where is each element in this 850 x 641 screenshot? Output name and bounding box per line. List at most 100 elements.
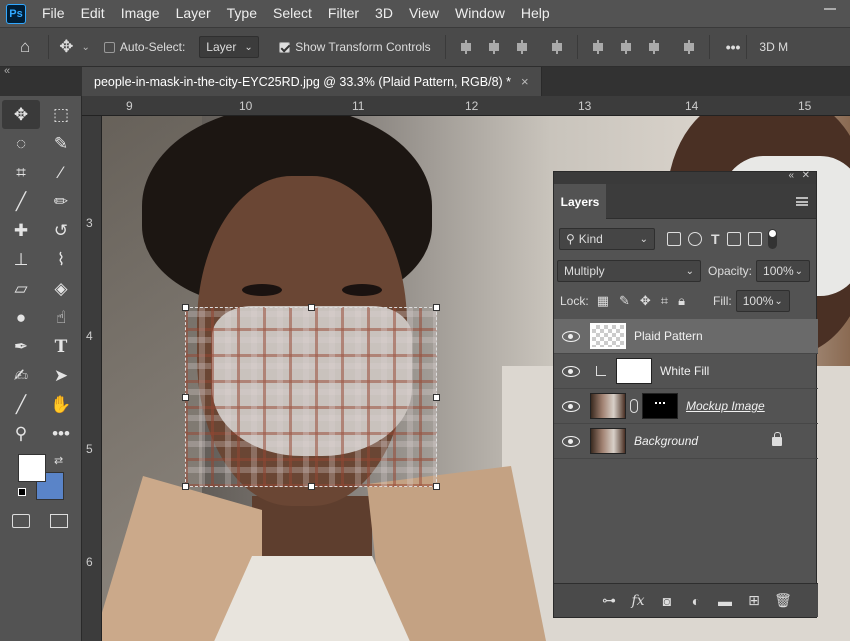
- layer-mask-thumbnail[interactable]: [642, 393, 678, 419]
- transform-handle[interactable]: [182, 394, 189, 401]
- blur-tool-icon[interactable]: ●: [2, 303, 40, 332]
- folder-icon[interactable]: ▬: [716, 592, 734, 610]
- home-icon[interactable]: ⌂: [20, 37, 30, 57]
- distribute-horizontal-icon[interactable]: [682, 40, 696, 54]
- menu-help[interactable]: Help: [513, 0, 558, 27]
- auto-select-toggle[interactable]: Auto-Select:: [103, 40, 185, 54]
- layer-row-background[interactable]: Background: [554, 424, 818, 459]
- more-options-button[interactable]: •••: [726, 39, 741, 55]
- transform-handle[interactable]: [182, 304, 189, 311]
- lock-all-icon[interactable]: 🔒︎: [678, 293, 685, 309]
- mixer-brush-tool-icon[interactable]: ⌇: [42, 245, 80, 274]
- minimize-icon[interactable]: [824, 8, 836, 10]
- add-mask-icon[interactable]: ◙: [658, 592, 676, 610]
- clone-stamp-tool-icon[interactable]: ⊥: [2, 245, 40, 274]
- menu-window[interactable]: Window: [447, 0, 513, 27]
- fx-icon[interactable]: fx: [629, 592, 647, 610]
- eraser-tool-icon[interactable]: ▱: [2, 274, 40, 303]
- move-tool-preset-icon[interactable]: ✥: [59, 37, 73, 57]
- line-tool-icon[interactable]: ╱: [2, 390, 40, 419]
- visibility-eye-icon[interactable]: [562, 400, 580, 412]
- auto-select-target-dropdown[interactable]: Layer ⌄: [199, 36, 260, 58]
- default-colors-icon[interactable]: [18, 488, 26, 496]
- brush-tool-icon[interactable]: ╱: [2, 187, 40, 216]
- align-left-icon[interactable]: [459, 40, 473, 54]
- menu-3d[interactable]: 3D: [367, 0, 401, 27]
- transform-handle[interactable]: [308, 483, 315, 490]
- transform-handle[interactable]: [433, 304, 440, 311]
- opacity-input[interactable]: 100% ⌄: [756, 260, 811, 282]
- transform-handle[interactable]: [433, 483, 440, 490]
- mask-link-icon[interactable]: [630, 399, 638, 413]
- show-transform-checkbox[interactable]: [279, 41, 291, 53]
- align-right-icon[interactable]: [515, 40, 529, 54]
- healing-brush-tool-icon[interactable]: ✚: [2, 216, 40, 245]
- quick-select-tool-icon[interactable]: ✎: [42, 129, 80, 158]
- swap-colors-icon[interactable]: ⇄: [54, 454, 63, 467]
- auto-select-checkbox[interactable]: [103, 41, 115, 53]
- edit-toolbar-icon[interactable]: •••: [42, 419, 80, 448]
- move-tool-icon[interactable]: ✥: [2, 100, 40, 129]
- menu-edit[interactable]: Edit: [73, 0, 113, 27]
- pencil-tool-icon[interactable]: ✏: [42, 187, 80, 216]
- link-icon[interactable]: ⊶: [600, 592, 618, 610]
- menu-filter[interactable]: Filter: [320, 0, 367, 27]
- filter-toggle[interactable]: [767, 229, 777, 249]
- zoom-tool-icon[interactable]: ⚲: [2, 419, 40, 448]
- align-hcenter-icon[interactable]: [487, 40, 501, 54]
- transform-bounding-box[interactable]: [182, 304, 440, 490]
- menu-select[interactable]: Select: [265, 0, 320, 27]
- foreground-color-swatch[interactable]: [18, 454, 46, 482]
- align-top-icon[interactable]: [591, 40, 605, 54]
- smudge-tool-icon[interactable]: ☝: [42, 303, 80, 332]
- blend-mode-dropdown[interactable]: Multiply ⌄: [557, 260, 701, 282]
- transform-handle[interactable]: [308, 304, 315, 311]
- pen-tool-icon[interactable]: ✒: [2, 332, 40, 361]
- new-layer-icon[interactable]: ⊞: [745, 592, 763, 610]
- type-tool-icon[interactable]: T: [42, 332, 80, 361]
- filter-adjustment-icon[interactable]: [688, 232, 702, 246]
- visibility-eye-icon[interactable]: [562, 330, 580, 342]
- menu-layer[interactable]: Layer: [168, 0, 219, 27]
- align-bottom-icon[interactable]: [647, 40, 661, 54]
- adjustment-icon[interactable]: ◐: [687, 592, 705, 610]
- distribute-vertical-icon[interactable]: [550, 40, 564, 54]
- collapse-panel-icon[interactable]: «: [788, 170, 794, 181]
- lock-position-icon[interactable]: ✥: [640, 293, 651, 309]
- lock-pixels-icon[interactable]: ✎: [619, 293, 630, 309]
- lock-artboard-icon[interactable]: ⌗: [661, 293, 668, 309]
- close-icon[interactable]: ×: [521, 74, 529, 89]
- transform-handle[interactable]: [433, 394, 440, 401]
- menu-type[interactable]: Type: [219, 0, 265, 27]
- filter-kind-dropdown[interactable]: ⚲ Kind ⌄: [559, 228, 655, 250]
- chevron-down-icon[interactable]: ⌄: [82, 42, 90, 53]
- align-vcenter-icon[interactable]: [619, 40, 633, 54]
- close-panel-icon[interactable]: ✕: [802, 170, 810, 181]
- lasso-tool-icon[interactable]: ◌: [2, 129, 40, 158]
- fill-input[interactable]: 100% ⌄: [735, 290, 790, 312]
- direct-selection-tool-icon[interactable]: ➤: [42, 361, 80, 390]
- panel-menu-icon[interactable]: [796, 197, 808, 206]
- visibility-eye-icon[interactable]: [562, 435, 580, 447]
- marquee-tool-icon[interactable]: ⬚: [42, 100, 80, 129]
- menu-file[interactable]: File: [34, 0, 73, 27]
- hand-tool-icon[interactable]: ✋: [42, 390, 80, 419]
- layer-row-plaid-pattern[interactable]: Plaid Pattern: [554, 319, 818, 354]
- layer-row-mockup-image[interactable]: Mockup Image: [554, 389, 818, 424]
- tab-layers[interactable]: Layers: [554, 184, 606, 219]
- filter-smart-object-icon[interactable]: [747, 232, 762, 246]
- lock-transparent-icon[interactable]: ▦: [597, 293, 609, 309]
- collapse-panels-icon[interactable]: «: [4, 65, 10, 77]
- document-tab[interactable]: people-in-mask-in-the-city-EYC25RD.jpg @…: [82, 67, 542, 96]
- show-transform-toggle[interactable]: Show Transform Controls: [279, 40, 431, 54]
- transform-handle[interactable]: [182, 483, 189, 490]
- path-selection-tool-icon[interactable]: ✍: [2, 361, 40, 390]
- filter-pixel-icon[interactable]: [667, 232, 681, 246]
- menu-view[interactable]: View: [401, 0, 447, 27]
- quick-mask-icon[interactable]: [12, 514, 30, 528]
- layer-row-white-fill[interactable]: White Fill: [554, 354, 818, 389]
- filter-shape-icon[interactable]: [726, 232, 741, 246]
- history-brush-tool-icon[interactable]: ↺: [42, 216, 80, 245]
- crop-tool-icon[interactable]: ⌗: [2, 158, 40, 187]
- menu-image[interactable]: Image: [113, 0, 168, 27]
